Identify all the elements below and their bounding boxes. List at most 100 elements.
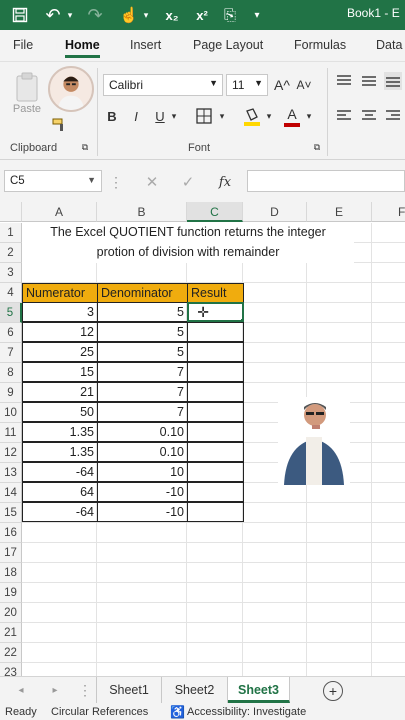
cell-numerator[interactable]: 3 (22, 302, 98, 322)
font-size-dropdown[interactable]: 11 ▼ (226, 74, 268, 96)
sheet-tab-sheet1[interactable]: Sheet1 (96, 677, 162, 703)
row-header-12[interactable]: 12 (0, 443, 22, 463)
cell-numerator[interactable]: 1.35 (22, 422, 98, 442)
align-middle-icon[interactable] (360, 72, 378, 90)
subscript-button[interactable]: x₂ (162, 4, 182, 26)
tab-page-layout[interactable]: Page Layout (193, 38, 263, 52)
title-line-1[interactable]: The Excel QUOTIENT function returns the … (22, 223, 354, 243)
cell-numerator[interactable]: 21 (22, 382, 98, 402)
cell-result[interactable] (187, 422, 244, 442)
align-right-icon[interactable] (384, 107, 402, 125)
fill-color-icon[interactable] (242, 106, 262, 128)
status-accessibility[interactable]: Accessibility: Investigate (187, 706, 306, 718)
header-denominator[interactable]: Denominator (97, 283, 188, 303)
formula-input[interactable] (247, 170, 405, 192)
row-header-23[interactable]: 23 (0, 663, 22, 676)
row-header-9[interactable]: 9 (0, 383, 22, 403)
row-header-15[interactable]: 15 (0, 503, 22, 523)
row-header-10[interactable]: 10 (0, 403, 22, 423)
align-top-icon[interactable] (335, 72, 353, 90)
column-header-b[interactable]: B (97, 202, 187, 222)
cell-denominator[interactable]: 10 (97, 462, 188, 482)
font-launcher-icon[interactable]: ⧉ (312, 142, 322, 152)
column-header-a[interactable]: A (22, 202, 97, 222)
cell-result[interactable] (187, 342, 244, 362)
cell-numerator[interactable]: 15 (22, 362, 98, 382)
format-painter-icon[interactable] (50, 116, 68, 134)
status-circular-references[interactable]: Circular References (51, 706, 148, 718)
cell-result[interactable] (187, 482, 244, 502)
name-box[interactable]: C5 ▼ (4, 170, 102, 192)
row-header-22[interactable]: 22 (0, 643, 22, 663)
undo-icon[interactable]: ↶ (42, 4, 64, 26)
cell-numerator[interactable]: 25 (22, 342, 98, 362)
borders-dropdown-icon[interactable]: ▾ (216, 106, 228, 126)
cell-result[interactable] (187, 502, 244, 522)
row-header-3[interactable]: 3 (0, 263, 22, 283)
row-header-21[interactable]: 21 (0, 623, 22, 643)
format-painter-quick-icon[interactable]: ⎘ (220, 4, 240, 26)
italic-button[interactable]: I (128, 106, 144, 126)
font-color-dropdown-icon[interactable]: ▾ (304, 106, 314, 126)
cell-denominator[interactable]: 5 (97, 322, 188, 342)
tab-data[interactable]: Data (376, 38, 402, 52)
bold-button[interactable]: B (104, 106, 120, 126)
insert-function-button[interactable]: fx (214, 172, 236, 192)
cell-denominator[interactable]: 0.10 (97, 422, 188, 442)
row-header-5[interactable]: 5 (0, 303, 22, 323)
row-header-4[interactable]: 4 (0, 283, 22, 303)
font-name-dropdown[interactable]: Calibri ▼ (103, 74, 223, 96)
tab-insert[interactable]: Insert (130, 38, 161, 52)
paste-icon[interactable] (10, 68, 44, 106)
add-sheet-button[interactable]: + (323, 681, 343, 701)
row-header-1[interactable]: 1 (0, 223, 22, 243)
tab-file[interactable]: File (13, 38, 33, 52)
cell-denominator[interactable]: 7 (97, 402, 188, 422)
touch-dropdown-icon[interactable]: ▾ (141, 4, 151, 26)
underline-dropdown-icon[interactable]: ▾ (168, 106, 180, 126)
cell-result[interactable] (187, 442, 244, 462)
column-header-c[interactable]: C (187, 202, 243, 222)
undo-dropdown-icon[interactable]: ▾ (64, 4, 76, 26)
row-header-7[interactable]: 7 (0, 343, 22, 363)
row-header-17[interactable]: 17 (0, 543, 22, 563)
sheet-tab-sheet2[interactable]: Sheet2 (162, 677, 228, 703)
row-header-8[interactable]: 8 (0, 363, 22, 383)
row-header-19[interactable]: 19 (0, 583, 22, 603)
align-center-icon[interactable] (360, 107, 378, 125)
cell-result[interactable] (187, 362, 244, 382)
shrink-font-button[interactable]: A˅ (295, 74, 313, 96)
sheet-tab-sheet3[interactable]: Sheet3 (228, 677, 290, 703)
row-header-13[interactable]: 13 (0, 463, 22, 483)
row-header-11[interactable]: 11 (0, 423, 22, 443)
cell-denominator[interactable]: -10 (97, 482, 188, 502)
cell-numerator[interactable]: 64 (22, 482, 98, 502)
column-header-d[interactable]: D (243, 202, 307, 222)
spreadsheet-grid[interactable]: A B C D E F 1 2 3 4 5 6 7 8 9 10 11 12 13 14 15 16 17 18 1… (0, 202, 405, 676)
row-header-18[interactable]: 18 (0, 563, 22, 583)
select-all-corner[interactable] (0, 202, 22, 222)
column-header-e[interactable]: E (307, 202, 372, 222)
cell-result[interactable] (187, 402, 244, 422)
active-cell-c5[interactable]: ✛ (187, 302, 244, 322)
cell-denominator[interactable]: 7 (97, 362, 188, 382)
align-bottom-icon[interactable] (384, 72, 402, 90)
align-left-icon[interactable] (335, 107, 353, 125)
grow-font-button[interactable]: A^ (273, 74, 291, 96)
cell-denominator[interactable]: -10 (97, 502, 188, 522)
cell-numerator[interactable]: -64 (22, 462, 98, 482)
row-header-6[interactable]: 6 (0, 323, 22, 343)
cell-denominator[interactable]: 5 (97, 302, 188, 322)
cell-denominator[interactable]: 0.10 (97, 442, 188, 462)
cell-numerator[interactable]: -64 (22, 502, 98, 522)
paste-label[interactable]: Paste (8, 102, 46, 116)
font-color-icon[interactable]: A (282, 106, 302, 128)
borders-icon[interactable] (194, 106, 214, 126)
cell-result[interactable] (187, 322, 244, 342)
save-icon[interactable] (8, 4, 32, 26)
scroll-right-icon[interactable]: ▸ (48, 683, 62, 697)
header-result[interactable]: Result (187, 283, 244, 303)
fill-color-dropdown-icon[interactable]: ▾ (264, 106, 274, 126)
header-numerator[interactable]: Numerator (22, 283, 98, 303)
customize-toolbar-icon[interactable]: ▾ (250, 4, 264, 26)
